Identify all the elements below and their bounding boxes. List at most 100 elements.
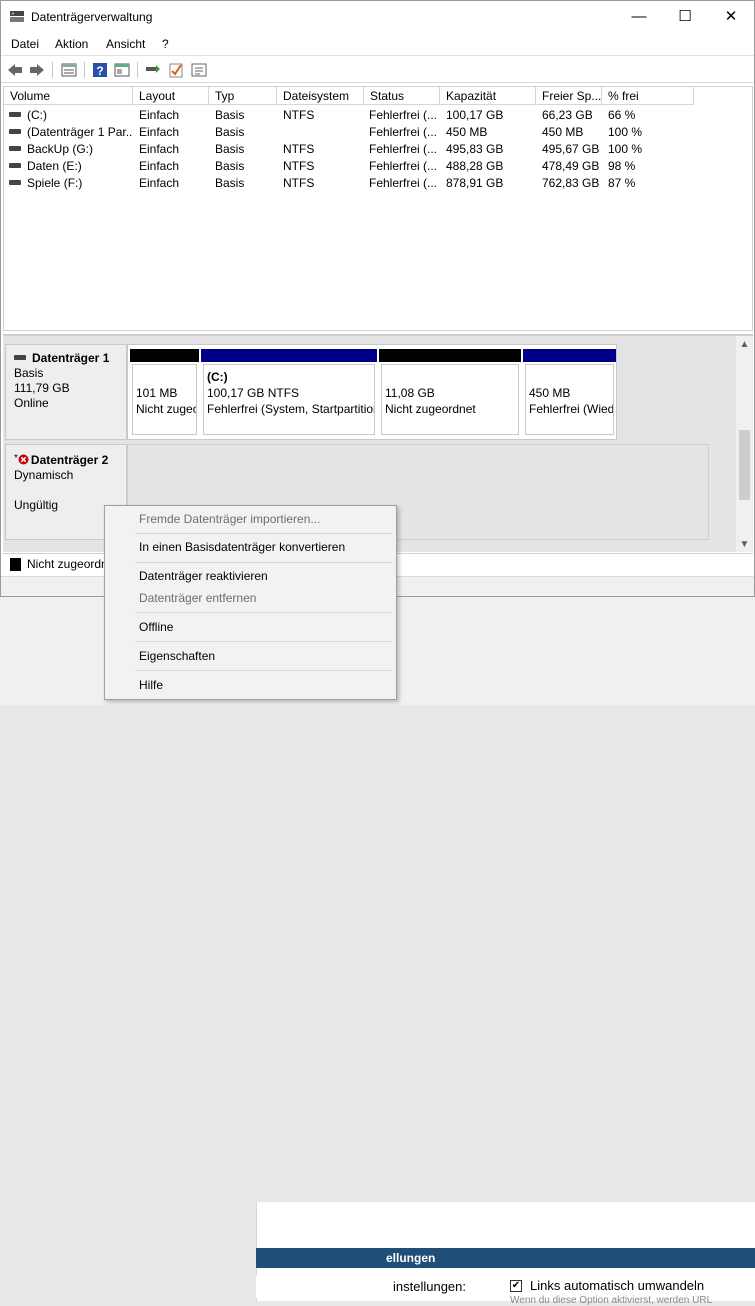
minimize-button[interactable]: — (616, 1, 662, 33)
scroll-thumb[interactable] (739, 430, 750, 500)
scroll-down-arrow-icon[interactable]: ▼ (736, 536, 753, 552)
menu-datei[interactable]: Datei (11, 37, 39, 51)
layout-cell: Einfach (139, 159, 180, 173)
partition-bar (379, 349, 521, 362)
volume-cell: BackUp (G:) (9, 141, 133, 158)
title-bar[interactable]: Datenträgerverwaltung — ☐ ✕ (1, 1, 754, 33)
volume-icon (9, 163, 21, 168)
partition-unallocated-101mb[interactable]: 101 MB Nicht zugeordnet (130, 349, 199, 435)
table-row[interactable]: (C:) Einfach Basis NTFS Fehlerfrei (... … (4, 107, 752, 124)
volume-list[interactable]: Volume Layout Typ Dateisystem Status Kap… (3, 86, 753, 331)
disk-1-label[interactable]: Datenträger 1 Basis 111,79 GB Online (5, 344, 127, 440)
menu-item-convert-to-basic[interactable]: In einen Basisdatenträger konvertieren (107, 536, 394, 558)
column-header-prozent-frei[interactable]: % frei (602, 87, 694, 105)
partition-recovery[interactable]: 450 MB Fehlerfrei (Wiederherstellung (523, 349, 616, 435)
back-icon[interactable] (6, 61, 24, 79)
fs-cell: NTFS (283, 176, 315, 190)
disk-1-partition-map: 101 MB Nicht zugeordnet (C:) 100,17 GB N… (127, 344, 617, 440)
table-row[interactable]: Spiele (F:) Einfach Basis NTFS Fehlerfre… (4, 175, 752, 192)
typ-cell: Basis (215, 159, 245, 173)
menu-item-help[interactable]: Hilfe (107, 674, 394, 696)
volume-icon (9, 112, 21, 117)
list-view-icon[interactable] (60, 61, 78, 79)
disk-1-state: Online (14, 396, 49, 410)
typ-cell: Basis (215, 108, 245, 122)
menu-aktion[interactable]: Aktion (55, 37, 88, 51)
fs-cell: NTFS (283, 108, 315, 122)
auto-link-checkbox[interactable]: ✔ (510, 1280, 522, 1292)
percent-free-cell: 66 % (608, 108, 636, 122)
settings-list-icon[interactable] (190, 61, 208, 79)
free-space-cell: 450 MB (542, 125, 584, 139)
graphical-view-scrollbar[interactable]: ▲ ▼ (736, 336, 753, 552)
free-space-cell: 66,23 GB (542, 108, 593, 122)
toolbar: ? (1, 55, 754, 83)
window-title: Datenträgerverwaltung (31, 10, 153, 24)
capacity-cell: 495,83 GB (446, 142, 504, 156)
menu-item-import-foreign-disks: Fremde Datenträger importieren... (139, 512, 321, 526)
table-row[interactable]: BackUp (G:) Einfach Basis NTFS Fehlerfre… (4, 141, 752, 158)
status-cell: Fehlerfrei (... (369, 159, 438, 173)
partition-c-drive[interactable]: (C:) 100,17 GB NTFS Fehlerfrei (System, … (201, 349, 377, 435)
connect-icon[interactable] (144, 61, 162, 79)
auto-link-checkbox-label[interactable]: Links automatisch umwandeln (530, 1278, 704, 1293)
menu-separator (135, 612, 392, 613)
menu-item-reactivate-disk[interactable]: Datenträger reaktivieren (107, 565, 394, 587)
menu-item-remove-disk: Datenträger entfernen (139, 591, 257, 605)
fs-cell: NTFS (283, 159, 315, 173)
typ-cell: Basis (215, 176, 245, 190)
partition-body: 450 MB Fehlerfrei (Wiederherstellung (525, 364, 614, 435)
column-header-status[interactable]: Status (364, 87, 440, 105)
column-header-kapazitaet[interactable]: Kapazität (440, 87, 536, 105)
disk-2-type: Dynamisch (14, 468, 74, 482)
menu-separator (135, 533, 392, 534)
background-setting-label: instellungen: (393, 1279, 466, 1294)
volume-icon (9, 180, 21, 185)
disk-context-menu: Fremde Datenträger importieren... In ein… (104, 505, 397, 700)
toolbar-separator (137, 62, 138, 78)
percent-free-cell: 98 % (608, 159, 636, 173)
svg-text:?: ? (96, 64, 103, 78)
table-row[interactable]: (Datenträger 1 Par... Einfach Basis Fehl… (4, 124, 752, 141)
menu-help[interactable]: ? (162, 37, 169, 51)
status-cell: Fehlerfrei (... (369, 142, 438, 156)
typ-cell: Basis (215, 142, 245, 156)
legend-unallocated-swatch (10, 558, 21, 571)
disk-1-type: Basis (14, 366, 44, 380)
scroll-up-arrow-icon[interactable]: ▲ (736, 336, 753, 353)
background-hint-text: Wenn du diese Option aktivierst, werden … (510, 1295, 713, 1306)
partition-body: 11,08 GB Nicht zugeordnet (381, 364, 519, 435)
layout-cell: Einfach (139, 176, 180, 190)
close-button[interactable]: ✕ (708, 1, 754, 33)
check-icon[interactable] (167, 61, 185, 79)
column-header-dateisystem[interactable]: Dateisystem (277, 87, 364, 105)
menu-ansicht[interactable]: Ansicht (106, 37, 145, 51)
menu-item-offline[interactable]: Offline (107, 616, 394, 638)
status-cell: Fehlerfrei (... (369, 108, 438, 122)
properties-icon[interactable] (113, 61, 131, 79)
partition-unallocated-11gb[interactable]: 11,08 GB Nicht zugeordnet (379, 349, 521, 435)
percent-free-cell: 87 % (608, 176, 636, 190)
column-header-typ[interactable]: Typ (209, 87, 277, 105)
table-row[interactable]: Daten (E:) Einfach Basis NTFS Fehlerfrei… (4, 158, 752, 175)
free-space-cell: 478,49 GB (542, 159, 600, 173)
column-header-volume[interactable]: Volume (4, 87, 133, 105)
volume-icon (9, 146, 21, 151)
layout-cell: Einfach (139, 108, 180, 122)
toolbar-separator (84, 62, 85, 78)
maximize-button[interactable]: ☐ (662, 1, 708, 33)
disk-1-size: 111,79 GB (14, 381, 70, 395)
menu-item-properties[interactable]: Eigenschaften (107, 645, 394, 667)
disk-2-state: Ungültig (14, 498, 59, 512)
free-space-cell: 762,83 GB (542, 176, 600, 190)
disk-icon (14, 355, 26, 360)
help-icon[interactable]: ? (91, 61, 109, 79)
column-header-freier-speicher[interactable]: Freier Sp... (536, 87, 602, 105)
disk-2-name: Datenträger 2 (30, 453, 109, 467)
forward-icon[interactable] (28, 61, 46, 79)
column-header-layout[interactable]: Layout (133, 87, 209, 105)
capacity-cell: 488,28 GB (446, 159, 504, 173)
fs-cell (283, 124, 364, 141)
status-cell: Fehlerfrei (... (369, 176, 438, 190)
disk-management-app-icon (10, 11, 24, 22)
